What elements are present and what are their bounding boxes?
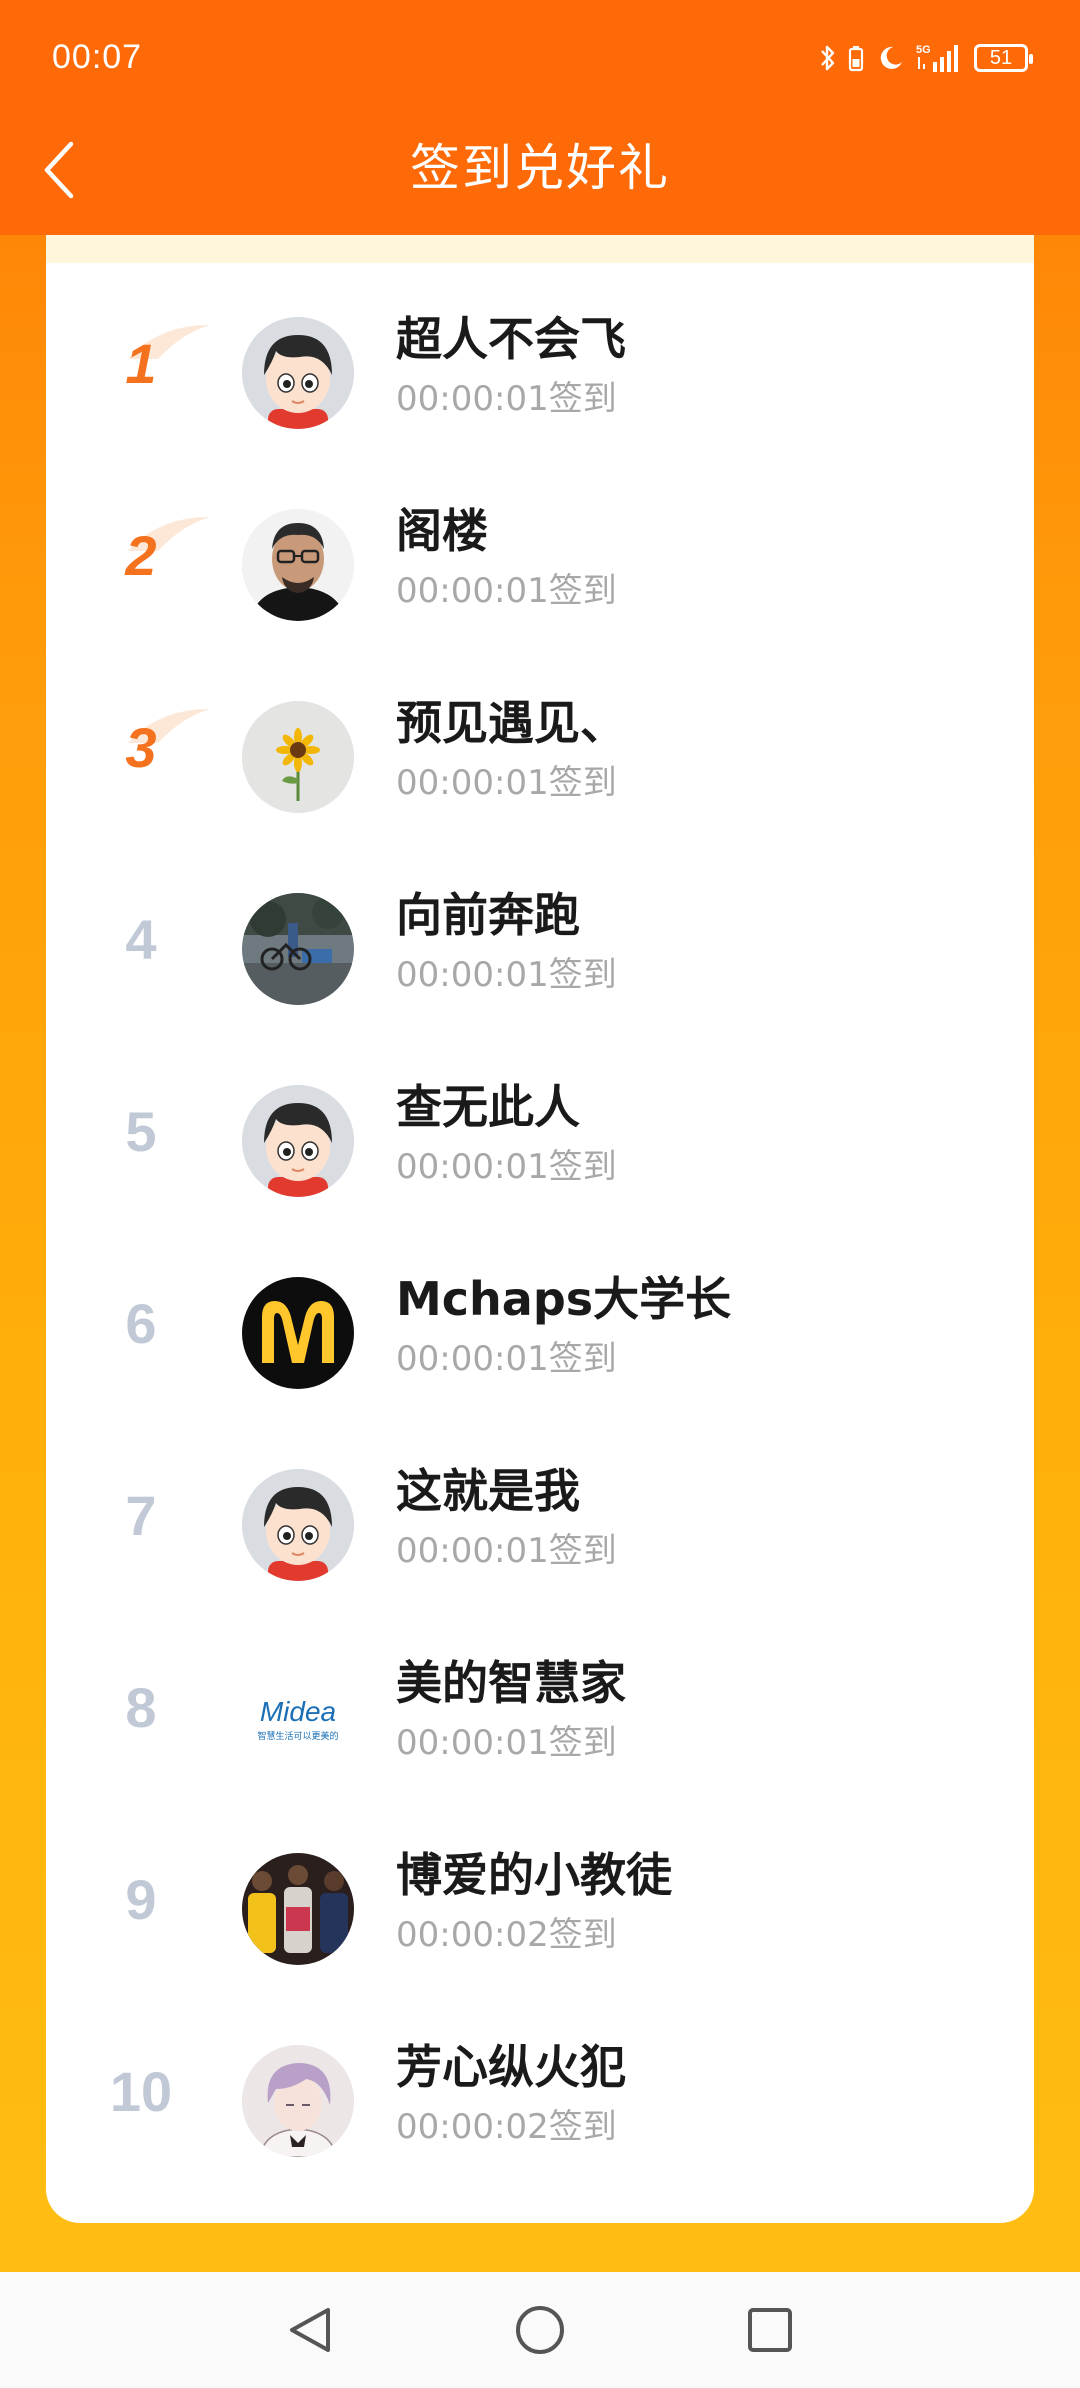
- rank-number: 10: [109, 2060, 173, 2123]
- sign-in-time: 00:00:01签到: [396, 1147, 617, 1187]
- avatar[interactable]: Midea 智慧生活可以更美的: [242, 1661, 354, 1773]
- ranking-row[interactable]: 7 这就是我 00:00:01签到: [46, 1429, 1034, 1621]
- ranking-panel: 1 超人不会飞 00:00:01签到 2 阁楼 00:00:01签到 3 预见遇…: [46, 263, 1034, 2223]
- system-nav-bar: [0, 2272, 1080, 2388]
- ranking-list: 1 超人不会飞 00:00:01签到 2 阁楼 00:00:01签到 3 预见遇…: [46, 277, 1034, 2197]
- battery-saver-icon: [848, 44, 864, 72]
- system-home-button[interactable]: [504, 2294, 576, 2366]
- ranking-row[interactable]: 8 Midea 智慧生活可以更美的 美的智慧家 00:00:01签到: [46, 1621, 1034, 1813]
- moon-icon: [876, 44, 904, 72]
- back-triangle-icon: [290, 2308, 330, 2352]
- avatar[interactable]: [242, 1853, 354, 1965]
- app-header: 00:07 5G 51 签到兑好礼: [0, 0, 1080, 235]
- avatar[interactable]: [242, 509, 354, 621]
- rank-number: 2: [125, 524, 157, 587]
- battery-icon: 51: [974, 44, 1033, 72]
- midea-brand-text: Midea: [260, 1696, 336, 1727]
- system-back-button[interactable]: [274, 2294, 346, 2366]
- user-name: 超人不会飞: [396, 312, 626, 366]
- midea-slogan-text: 智慧生活可以更美的: [257, 1730, 338, 1742]
- sign-in-time: 00:00:01签到: [396, 1339, 617, 1379]
- user-name: Mchaps大学长: [396, 1272, 732, 1326]
- rank-number: 4: [125, 908, 157, 971]
- user-name: 博爱的小教徒: [396, 1848, 672, 1902]
- user-name: 预见遇见、: [396, 696, 626, 750]
- rank-number: 7: [125, 1484, 157, 1547]
- title-bar: 签到兑好礼: [0, 120, 1080, 235]
- rank-number: 3: [125, 716, 157, 779]
- ranking-row[interactable]: 9 博爱的小教徒 00:00:02签到: [46, 1813, 1034, 2005]
- bluetooth-icon: [820, 44, 836, 72]
- avatar[interactable]: [242, 317, 354, 429]
- recents-square-icon: [748, 2308, 792, 2352]
- battery-level: 51: [989, 47, 1013, 69]
- sign-in-time: 00:00:01签到: [396, 955, 617, 995]
- sign-in-time: 00:00:01签到: [396, 1723, 617, 1763]
- status-time: 00:07: [52, 38, 143, 76]
- rank-number: 5: [125, 1100, 157, 1163]
- sign-in-time: 00:00:02签到: [396, 2107, 617, 2147]
- rank-number: 6: [125, 1292, 157, 1355]
- ranking-row[interactable]: 6 Mchaps大学长 00:00:01签到: [46, 1237, 1034, 1429]
- avatar[interactable]: [242, 2045, 354, 2157]
- user-name: 查无此人: [396, 1080, 580, 1134]
- rank-number: 9: [125, 1868, 157, 1931]
- status-icons: 5G 51: [820, 38, 1033, 78]
- home-circle-icon: [516, 2306, 564, 2354]
- avatar[interactable]: [242, 893, 354, 1005]
- ranking-row[interactable]: 2 阁楼 00:00:01签到: [46, 469, 1034, 661]
- ranking-row[interactable]: 4 向前奔跑 00:00:01签到: [46, 853, 1034, 1045]
- sign-in-time: 00:00:02签到: [396, 1915, 617, 1955]
- network-label: 5G: [916, 44, 931, 56]
- status-bar: 00:07 5G 51: [0, 0, 1080, 120]
- avatar[interactable]: [242, 701, 354, 813]
- ranking-row[interactable]: 3 预见遇见、 00:00:01签到: [46, 661, 1034, 853]
- signal-icon: 5G: [916, 42, 962, 74]
- avatar[interactable]: [242, 1277, 354, 1389]
- sign-in-time: 00:00:01签到: [396, 379, 617, 419]
- user-name: 向前奔跑: [396, 888, 580, 942]
- sign-in-time: 00:00:01签到: [396, 1531, 617, 1571]
- rank-number: 8: [125, 1676, 157, 1739]
- avatar[interactable]: [242, 1469, 354, 1581]
- ranking-row[interactable]: 5 查无此人 00:00:01签到: [46, 1045, 1034, 1237]
- rank-number: 1: [125, 332, 157, 395]
- panel-top-edge: [46, 235, 1034, 263]
- system-recents-button[interactable]: [734, 2294, 806, 2366]
- page-title: 签到兑好礼: [410, 139, 670, 197]
- user-name: 芳心纵火犯: [396, 2040, 626, 2094]
- sign-in-time: 00:00:01签到: [396, 571, 617, 611]
- user-name: 阁楼: [396, 504, 488, 558]
- user-name: 这就是我: [396, 1464, 580, 1518]
- ranking-row[interactable]: 10 芳心纵火犯 00:00:02签到: [46, 2005, 1034, 2197]
- avatar[interactable]: [242, 1085, 354, 1197]
- sign-in-time: 00:00:01签到: [396, 763, 617, 803]
- ranking-row[interactable]: 1 超人不会飞 00:00:01签到: [46, 277, 1034, 469]
- user-name: 美的智慧家: [396, 1656, 626, 1710]
